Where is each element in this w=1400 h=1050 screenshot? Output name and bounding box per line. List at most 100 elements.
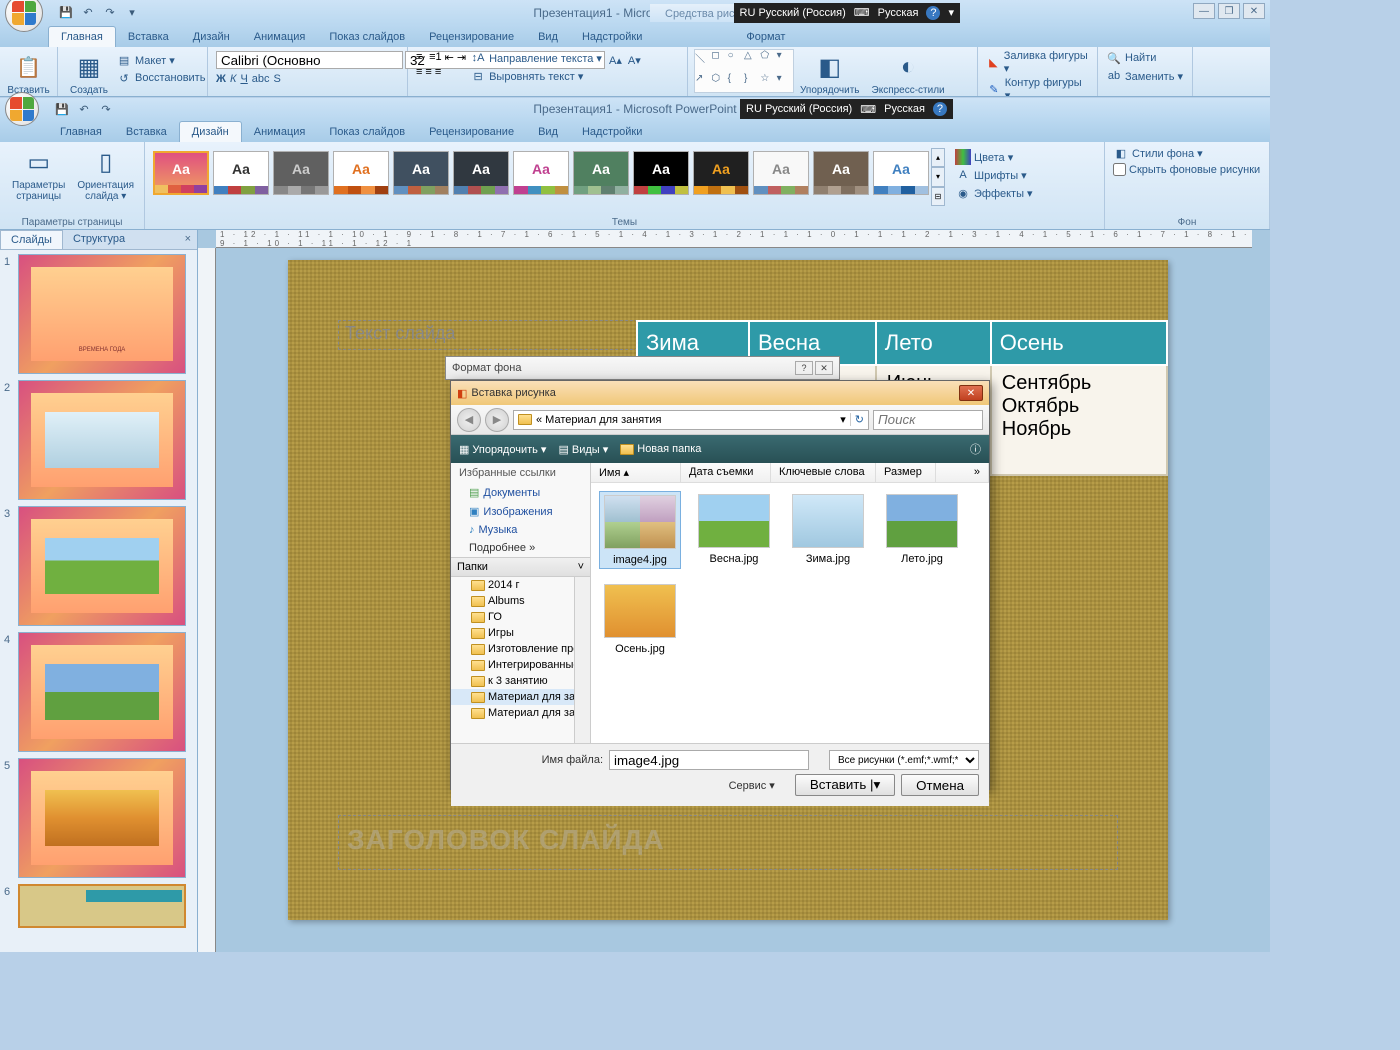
shape-fill-button[interactable]: ◣Заливка фигуры ▾ bbox=[984, 49, 1091, 76]
shape-outline-button[interactable]: ✎Контур фигуры ▾ bbox=[984, 76, 1091, 97]
title-placeholder[interactable]: ЗАГОЛОВОК СЛАЙДА bbox=[338, 815, 1118, 870]
tree-scrollbar[interactable] bbox=[574, 577, 590, 743]
file-item[interactable]: Весна.jpg bbox=[693, 491, 775, 569]
undo-icon[interactable]: ↶ bbox=[78, 3, 98, 23]
file-item[interactable]: Зима.jpg bbox=[787, 491, 869, 569]
theme-item[interactable]: Aa bbox=[153, 151, 209, 195]
tab-insert[interactable]: Вставка bbox=[116, 27, 181, 47]
col-size[interactable]: Размер bbox=[876, 463, 936, 482]
nav-back-button[interactable]: ◀ bbox=[457, 408, 481, 432]
close-button[interactable]: ✕ bbox=[1243, 3, 1265, 19]
path-dropdown-icon[interactable]: ▾ bbox=[840, 413, 846, 426]
file-item[interactable]: image4.jpg bbox=[599, 491, 681, 569]
indent-increase-icon[interactable]: ⇥ bbox=[457, 51, 466, 64]
tree-item[interactable]: к 3 занятию bbox=[451, 673, 590, 689]
collapse-icon[interactable]: ˅ bbox=[578, 561, 584, 573]
theme-item[interactable]: Aa bbox=[633, 151, 689, 195]
arrange-button[interactable]: ◧Упорядочить bbox=[794, 49, 866, 97]
service-button[interactable]: Сервис ▾ bbox=[729, 779, 775, 792]
table-header[interactable]: Лето bbox=[876, 321, 991, 365]
layout-button[interactable]: ▤Макет ▾ bbox=[114, 51, 207, 69]
replace-button[interactable]: abЗаменить ▾ bbox=[1104, 67, 1186, 85]
help-icon[interactable]: ? bbox=[933, 102, 947, 116]
fav-more[interactable]: Подробнее » bbox=[451, 539, 590, 557]
col-date[interactable]: Дата съемки bbox=[681, 463, 771, 482]
slide-thumb[interactable]: ВРЕМЕНА ГОДА bbox=[18, 254, 186, 374]
fav-pictures[interactable]: ▣Изображения bbox=[451, 502, 590, 521]
bold-icon[interactable]: Ж bbox=[216, 73, 226, 85]
theme-effects-button[interactable]: ◉Эффекты ▾ bbox=[953, 184, 1035, 202]
tree-item[interactable]: Изготовление пре bbox=[451, 641, 590, 657]
theme-item[interactable]: Aa bbox=[513, 151, 569, 195]
tree-item[interactable]: Интегрированные bbox=[451, 657, 590, 673]
maximize-button[interactable]: ❐ bbox=[1218, 3, 1240, 19]
filetype-select[interactable]: Все рисунки (*.emf;*.wmf;*.jpg; bbox=[829, 750, 979, 770]
theme-item[interactable]: Aa bbox=[393, 151, 449, 195]
gallery-up-icon[interactable]: ▴ bbox=[931, 148, 945, 167]
indent-decrease-icon[interactable]: ⇤ bbox=[445, 51, 454, 64]
inner-tab-review[interactable]: Рецензирование bbox=[417, 122, 526, 142]
dialog-close-icon[interactable]: ✕ bbox=[815, 361, 833, 375]
minimize-button[interactable]: — bbox=[1193, 3, 1215, 19]
align-right-icon[interactable]: ≡ bbox=[435, 66, 441, 78]
file-dialog-titlebar[interactable]: ◧ Вставка рисунка ✕ bbox=[451, 381, 989, 405]
inner-tab-home[interactable]: Главная bbox=[48, 122, 114, 142]
theme-item[interactable]: Aa bbox=[333, 151, 389, 195]
col-more-icon[interactable]: » bbox=[936, 463, 989, 482]
table-header[interactable]: Осень bbox=[991, 321, 1167, 365]
inner-tab-animation[interactable]: Анимация bbox=[242, 122, 318, 142]
new-folder-button[interactable]: Новая папка bbox=[620, 443, 701, 455]
insert-button[interactable]: Вставить |▾ bbox=[795, 774, 895, 796]
find-button[interactable]: 🔍Найти bbox=[1104, 49, 1186, 67]
views-button[interactable]: ▤Виды ▾ bbox=[558, 443, 608, 456]
paste-button[interactable]: 📋Вставить bbox=[6, 49, 51, 97]
orientation-button[interactable]: ▯Ориентация слайда ▾ bbox=[71, 144, 140, 204]
gallery-more-icon[interactable]: ⊟ bbox=[931, 187, 945, 206]
fav-documents[interactable]: ▤Документы bbox=[451, 483, 590, 502]
col-keywords[interactable]: Ключевые слова bbox=[771, 463, 876, 482]
filename-input[interactable] bbox=[609, 750, 809, 770]
tree-item[interactable]: Albums bbox=[451, 593, 590, 609]
tree-item[interactable]: Материал для зан bbox=[451, 705, 590, 721]
tree-item[interactable]: Игры bbox=[451, 625, 590, 641]
tree-item[interactable]: 2014 г bbox=[451, 577, 590, 593]
slides-tab[interactable]: Слайды bbox=[0, 230, 63, 249]
outline-tab[interactable]: Структура bbox=[63, 230, 135, 249]
tree-item[interactable]: ГО bbox=[451, 609, 590, 625]
background-styles-button[interactable]: ◧Стили фона ▾ bbox=[1111, 144, 1263, 162]
inner-office-button[interactable] bbox=[5, 92, 39, 126]
reset-button[interactable]: ↺Восстановить bbox=[114, 69, 207, 87]
bullets-icon[interactable]: ≡· bbox=[416, 51, 426, 64]
shadow-icon[interactable]: S bbox=[274, 73, 281, 85]
text-placeholder[interactable]: Текст слайда bbox=[338, 320, 638, 350]
organize-button[interactable]: ▦Упорядочить ▾ bbox=[459, 443, 546, 456]
file-item[interactable]: Осень.jpg bbox=[599, 581, 681, 657]
theme-fonts-button[interactable]: AШрифты ▾ bbox=[953, 166, 1035, 184]
tab-home[interactable]: Главная bbox=[48, 26, 116, 47]
file-item[interactable]: Лето.jpg bbox=[881, 491, 963, 569]
path-box[interactable]: « Материал для занятия ▾ ↻ bbox=[513, 410, 869, 430]
inner-tab-slideshow[interactable]: Показ слайдов bbox=[317, 122, 417, 142]
new-slide-button[interactable]: ▦Создать bbox=[64, 49, 114, 97]
slide-thumb[interactable] bbox=[18, 506, 186, 626]
search-input[interactable] bbox=[873, 410, 983, 430]
theme-item[interactable]: Aa bbox=[213, 151, 269, 195]
cancel-button[interactable]: Отмена bbox=[901, 774, 979, 796]
tab-animation[interactable]: Анимация bbox=[242, 27, 318, 47]
folders-header[interactable]: Папки˅ bbox=[451, 557, 590, 577]
underline-icon[interactable]: Ч bbox=[240, 73, 247, 85]
tab-design[interactable]: Дизайн bbox=[181, 27, 242, 47]
refresh-icon[interactable]: ↻ bbox=[850, 413, 864, 426]
tab-format[interactable]: Формат bbox=[734, 27, 797, 47]
inner-tab-design[interactable]: Дизайн bbox=[179, 121, 242, 142]
theme-item[interactable]: Aa bbox=[813, 151, 869, 195]
fav-music[interactable]: ♪Музыка bbox=[451, 521, 590, 539]
tab-slideshow[interactable]: Показ слайдов bbox=[317, 27, 417, 47]
slide-thumb[interactable] bbox=[18, 380, 186, 500]
italic-icon[interactable]: К bbox=[230, 73, 236, 85]
inner-tab-insert[interactable]: Вставка bbox=[114, 122, 179, 142]
slide-thumb[interactable] bbox=[18, 884, 186, 928]
theme-colors-button[interactable]: Цвета ▾ bbox=[953, 148, 1035, 166]
align-center-icon[interactable]: ≡ bbox=[425, 66, 431, 78]
tree-item[interactable]: Материал для зан bbox=[451, 689, 590, 705]
